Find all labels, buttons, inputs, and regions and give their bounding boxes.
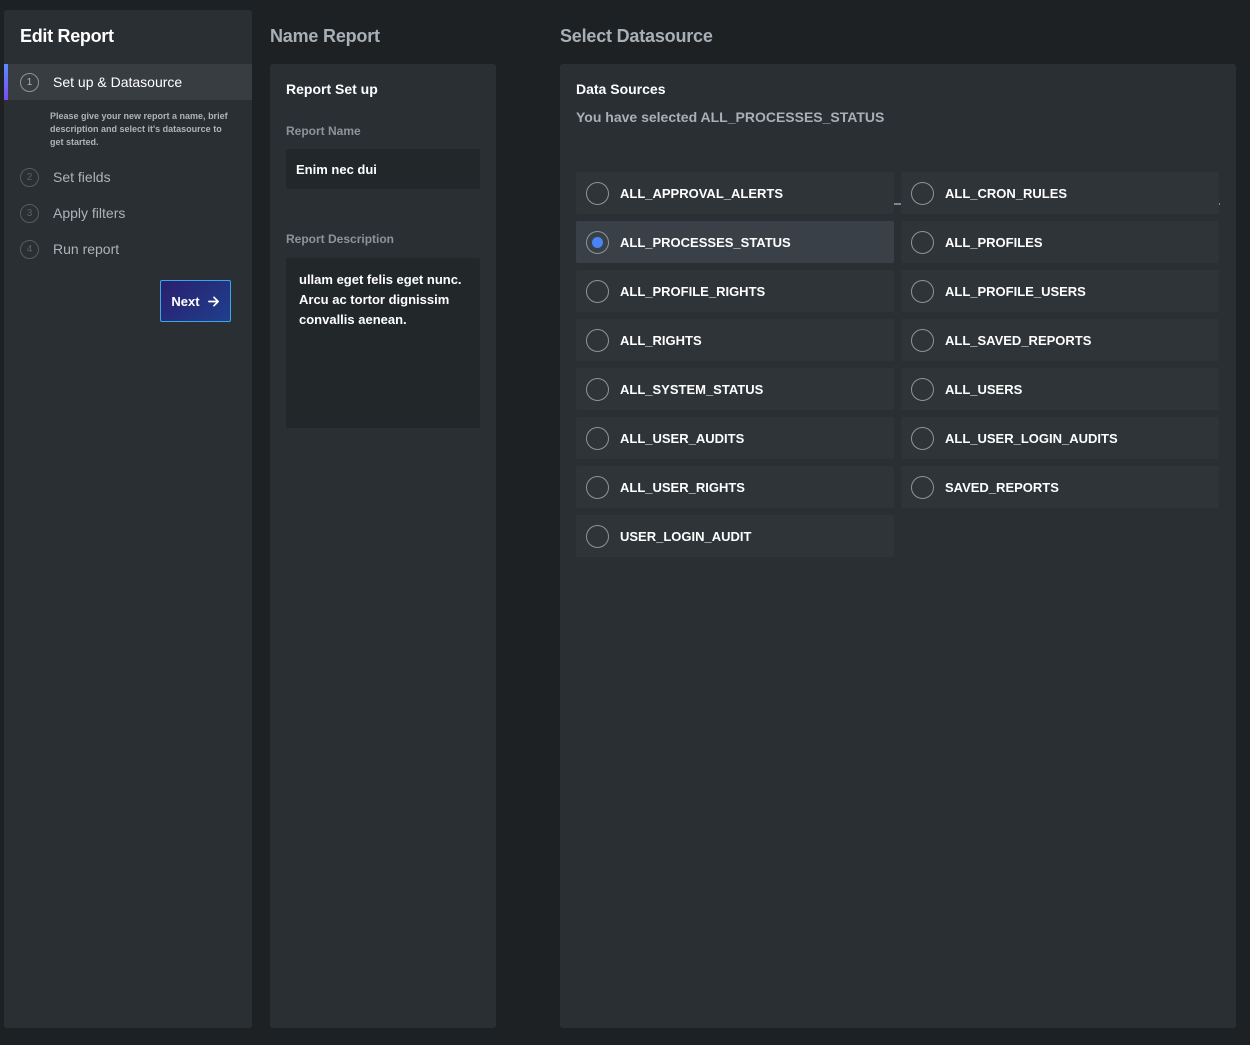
datasource-option[interactable]: ALL_PROFILE_USERS xyxy=(901,270,1219,312)
report-setup-title: Report Set up xyxy=(286,81,378,97)
step-setup-datasource[interactable]: 1 Set up & Datasource xyxy=(4,64,252,100)
radio-unchecked-icon[interactable] xyxy=(911,475,934,499)
report-setup-panel: Report Set up Report Name Enim nec dui R… xyxy=(270,64,496,1028)
datasource-option-label: ALL_CRON_RULES xyxy=(945,185,1068,201)
report-name-label: Report Name xyxy=(286,124,361,138)
next-button-label: Next xyxy=(171,293,200,309)
datasource-option[interactable]: ALL_PROFILES xyxy=(901,221,1219,263)
step-number: 3 xyxy=(20,203,39,223)
radio-unchecked-icon[interactable] xyxy=(586,279,609,303)
datasource-option-label: ALL_USER_AUDITS xyxy=(620,430,745,446)
step-label: Run report xyxy=(53,241,120,257)
step-run-report[interactable]: 4 Run report xyxy=(4,231,252,267)
datasource-option[interactable]: ALL_USER_AUDITS xyxy=(576,417,894,459)
radio-unchecked-icon[interactable] xyxy=(911,230,934,254)
radio-unchecked-icon[interactable] xyxy=(586,475,609,499)
report-description-label: Report Description xyxy=(286,232,395,246)
step-apply-filters[interactable]: 3 Apply filters xyxy=(4,195,252,231)
radio-unchecked-icon[interactable] xyxy=(586,377,609,401)
datasource-option-label: ALL_USERS xyxy=(945,381,1023,397)
datasource-option-label: ALL_PROFILE_RIGHTS xyxy=(620,283,766,299)
datasource-panel: Data Sources You have selected ALL_PROCE… xyxy=(560,64,1236,1028)
radio-unchecked-icon[interactable] xyxy=(911,181,934,205)
step-label: Apply filters xyxy=(53,205,126,221)
name-report-title: Name Report xyxy=(270,26,380,46)
radio-unchecked-icon[interactable] xyxy=(586,524,609,548)
radio-unchecked-icon[interactable] xyxy=(911,426,934,450)
radio-unchecked-icon[interactable] xyxy=(911,328,934,352)
datasource-option[interactable]: ALL_USERS xyxy=(901,368,1219,410)
datasource-option-label: ALL_SAVED_REPORTS xyxy=(945,332,1092,348)
datasource-option-label: ALL_USER_RIGHTS xyxy=(620,479,745,495)
radio-dot-icon xyxy=(592,236,603,248)
selected-datasource-text: You have selected ALL_PROCESSES_STATUS xyxy=(576,109,885,125)
radio-unchecked-icon[interactable] xyxy=(586,181,609,205)
datasource-option[interactable]: ALL_PROCESSES_STATUS xyxy=(576,221,894,263)
radio-unchecked-icon[interactable] xyxy=(586,328,609,352)
datasource-option[interactable]: SAVED_REPORTS xyxy=(901,466,1219,508)
datasource-option[interactable]: ALL_SYSTEM_STATUS xyxy=(576,368,894,410)
step-description: Please give your new report a name, brie… xyxy=(50,111,228,147)
radio-checked-icon[interactable] xyxy=(586,230,609,254)
radio-unchecked-icon[interactable] xyxy=(911,377,934,401)
datasource-option-label: ALL_SYSTEM_STATUS xyxy=(620,381,764,397)
datasource-option[interactable]: ALL_RIGHTS xyxy=(576,319,894,361)
step-label: Set fields xyxy=(53,169,111,185)
radio-unchecked-icon[interactable] xyxy=(586,426,609,450)
datasource-option-label: ALL_RIGHTS xyxy=(620,332,702,348)
datasource-option-label: USER_LOGIN_AUDIT xyxy=(620,528,752,544)
datasource-option-label: SAVED_REPORTS xyxy=(945,479,1059,495)
datasource-option[interactable]: ALL_CRON_RULES xyxy=(901,172,1219,214)
step-label: Set up & Datasource xyxy=(53,74,183,90)
radio-unchecked-icon[interactable] xyxy=(911,279,934,303)
step-number: 4 xyxy=(20,239,39,259)
datasource-option-label: ALL_PROFILE_USERS xyxy=(945,283,1086,299)
report-name-input[interactable]: Enim nec dui xyxy=(286,149,480,189)
report-name-value: Enim nec dui xyxy=(296,161,377,177)
datasource-option-label: ALL_PROFILES xyxy=(945,234,1043,250)
datasource-option[interactable]: ALL_PROFILE_RIGHTS xyxy=(576,270,894,312)
step-number: 2 xyxy=(20,167,39,187)
arrow-right-icon xyxy=(207,295,219,307)
sidebar: Edit Report 1 Set up & Datasource Please… xyxy=(4,10,252,1028)
report-description-input[interactable]: ullam eget felis eget nunc. Arcu ac tort… xyxy=(286,258,480,428)
datasource-option[interactable]: USER_LOGIN_AUDIT xyxy=(576,515,894,557)
step-set-fields[interactable]: 2 Set fields xyxy=(4,159,252,195)
datasource-option-label: ALL_PROCESSES_STATUS xyxy=(620,234,791,250)
datasource-option-label: ALL_APPROVAL_ALERTS xyxy=(620,185,783,201)
next-button[interactable]: Next xyxy=(160,280,231,322)
datasource-option[interactable]: ALL_USER_RIGHTS xyxy=(576,466,894,508)
datasource-option-label: ALL_USER_LOGIN_AUDITS xyxy=(945,430,1118,446)
select-datasource-title: Select Datasource xyxy=(560,26,713,46)
sidebar-title: Edit Report xyxy=(20,26,114,46)
datasource-option[interactable]: ALL_SAVED_REPORTS xyxy=(901,319,1219,361)
data-sources-title: Data Sources xyxy=(576,81,666,97)
report-description-value: ullam eget felis eget nunc. Arcu ac tort… xyxy=(299,272,462,327)
datasource-option[interactable]: ALL_APPROVAL_ALERTS xyxy=(576,172,894,214)
datasource-option[interactable]: ALL_USER_LOGIN_AUDITS xyxy=(901,417,1219,459)
step-number: 1 xyxy=(20,72,39,92)
